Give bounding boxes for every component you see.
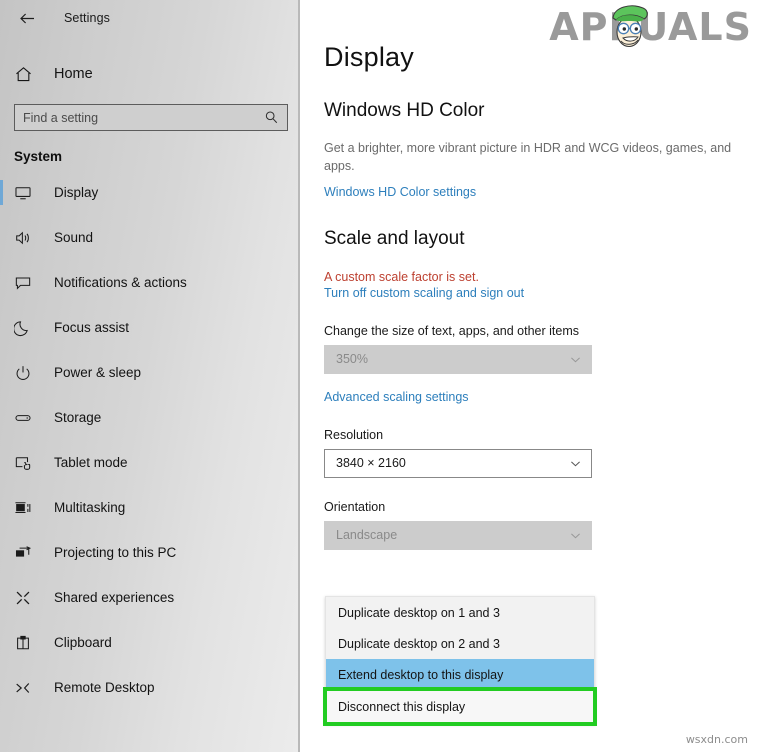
turn-off-custom-scaling-link[interactable]: Turn off custom scaling and sign out	[324, 286, 524, 300]
selection-indicator	[0, 630, 3, 655]
notification-icon	[14, 274, 40, 292]
mascot-icon	[612, 5, 648, 48]
sidebar-item-multitasking[interactable]: Multitasking	[0, 485, 300, 530]
scale-dropdown[interactable]: 350%	[324, 344, 592, 374]
sidebar-item-home[interactable]: Home	[0, 54, 300, 94]
resolution-dropdown[interactable]: 3840 × 2160	[324, 448, 592, 478]
sidebar-item-label: Storage	[54, 410, 102, 425]
sidebar-item-storage[interactable]: Storage	[0, 395, 300, 440]
sidebar-item-power-sleep[interactable]: Power & sleep	[0, 350, 300, 395]
scale-layout-heading: Scale and layout	[324, 227, 465, 249]
sidebar-item-notifications[interactable]: Notifications & actions	[0, 260, 300, 305]
main-content: APPUALS Display Windows HD Color Get a b…	[300, 0, 758, 752]
hd-color-description: Get a brighter, more vibrant picture in …	[324, 141, 732, 173]
orientation-dropdown[interactable]: Landscape	[324, 520, 592, 550]
sidebar-item-display[interactable]: Display	[0, 170, 300, 215]
sidebar-item-clipboard[interactable]: Clipboard	[0, 620, 300, 665]
sidebar-item-label: Multitasking	[54, 500, 126, 515]
share-icon	[14, 589, 40, 607]
advanced-scaling-link[interactable]: Advanced scaling settings	[324, 390, 469, 404]
selection-indicator	[0, 315, 3, 340]
selection-indicator	[0, 540, 3, 565]
chevron-down-icon	[569, 457, 582, 470]
selection-indicator	[0, 180, 3, 205]
multiple-displays-dropdown-list: Duplicate desktop on 1 and 3 Duplicate d…	[323, 596, 597, 726]
selection-indicator	[0, 225, 3, 250]
selection-indicator	[0, 270, 3, 295]
settings-window: Settings Home System	[0, 0, 758, 752]
sidebar-item-label: Projecting to this PC	[54, 545, 177, 560]
selection-indicator	[0, 495, 3, 520]
sidebar: Settings Home System	[0, 0, 300, 752]
title-bar: Settings	[0, 0, 300, 36]
sidebar-item-label: Clipboard	[54, 635, 112, 650]
selection-indicator	[0, 585, 3, 610]
scale-dropdown-value: 350%	[336, 352, 368, 366]
sidebar-home-label: Home	[54, 66, 93, 82]
sidebar-item-label: Sound	[54, 230, 94, 245]
sidebar-item-label: Shared experiences	[54, 590, 175, 605]
sidebar-item-label: Tablet mode	[54, 455, 128, 470]
chevron-down-icon	[569, 529, 582, 542]
home-icon	[14, 65, 40, 84]
resolution-dropdown-value: 3840 × 2160	[336, 456, 406, 470]
scale-field-label: Change the size of text, apps, and other…	[324, 323, 580, 338]
hd-color-heading: Windows HD Color	[324, 100, 485, 121]
sidebar-item-label: Focus assist	[54, 320, 130, 335]
power-icon	[14, 364, 40, 382]
selection-indicator	[0, 405, 3, 430]
sidebar-item-remote-desktop[interactable]: Remote Desktop	[0, 665, 300, 710]
back-arrow-icon[interactable]	[12, 3, 42, 33]
chevron-down-icon	[569, 353, 582, 366]
multitasking-icon	[14, 499, 40, 517]
moon-icon	[14, 319, 40, 337]
dropdown-option-duplicate-2-3[interactable]: Duplicate desktop on 2 and 3	[326, 628, 594, 659]
sidebar-item-sound[interactable]: Sound	[0, 215, 300, 260]
custom-scale-warning: A custom scale factor is set.	[324, 269, 479, 284]
sidebar-item-label: Remote Desktop	[54, 680, 155, 695]
sidebar-item-shared-experiences[interactable]: Shared experiences	[0, 575, 300, 620]
orientation-field-label: Orientation	[324, 499, 386, 514]
search-box[interactable]	[14, 104, 288, 131]
sidebar-group-title: System	[14, 149, 63, 164]
orientation-dropdown-value: Landscape	[336, 528, 398, 542]
watermark: wsxdn.com	[685, 733, 748, 746]
project-screen-icon	[14, 544, 40, 562]
sidebar-item-projecting[interactable]: Projecting to this PC	[0, 530, 300, 575]
app-title: Settings	[64, 11, 110, 25]
remote-desktop-icon	[14, 679, 40, 697]
sidebar-item-tablet-mode[interactable]: Tablet mode	[0, 440, 300, 485]
selection-indicator	[0, 450, 3, 475]
monitor-icon	[14, 184, 40, 202]
appuals-logo: APPUALS	[549, 3, 752, 51]
clipboard-icon	[14, 634, 40, 652]
speaker-icon	[14, 229, 40, 247]
storage-icon	[14, 409, 40, 427]
sidebar-item-label: Display	[54, 185, 99, 200]
search-input[interactable]	[23, 110, 264, 125]
sidebar-item-label: Notifications & actions	[54, 275, 187, 290]
dropdown-option-disconnect-display[interactable]: Disconnect this display	[323, 687, 597, 726]
sidebar-nav-list: Display Sound Notifications & actions Fo…	[0, 170, 300, 710]
search-icon[interactable]	[264, 110, 279, 125]
hd-color-settings-link[interactable]: Windows HD Color settings	[324, 185, 476, 199]
selection-indicator	[0, 360, 3, 385]
dropdown-option-extend-desktop[interactable]: Extend desktop to this display	[326, 659, 594, 690]
tablet-icon	[14, 454, 40, 472]
selection-indicator	[0, 675, 3, 700]
sidebar-item-label: Power & sleep	[54, 365, 142, 380]
resolution-field-label: Resolution	[324, 427, 384, 442]
sidebar-item-focus-assist[interactable]: Focus assist	[0, 305, 300, 350]
dropdown-option-duplicate-1-3[interactable]: Duplicate desktop on 1 and 3	[326, 597, 594, 628]
